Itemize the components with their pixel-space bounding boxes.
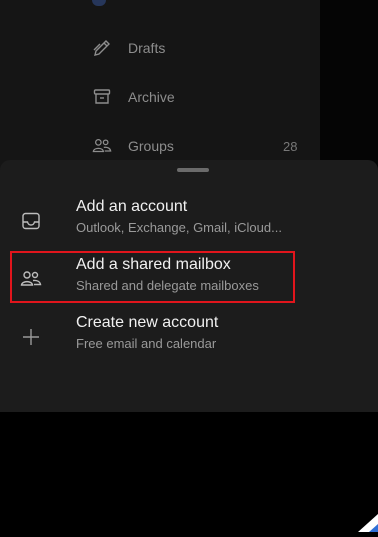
unread-count-badge: 28 bbox=[283, 138, 298, 154]
archive-box-icon bbox=[92, 87, 112, 107]
corner-triangle-icon bbox=[358, 514, 378, 532]
drawer-item-archive[interactable]: Archive bbox=[0, 73, 320, 121]
option-subtitle: Free email and calendar bbox=[76, 336, 217, 351]
drag-handle[interactable] bbox=[177, 168, 209, 172]
option-subtitle: Outlook, Exchange, Gmail, iCloud... bbox=[76, 220, 282, 235]
plus-icon bbox=[20, 326, 42, 348]
highlight-box bbox=[10, 251, 295, 303]
folder-icon-partial bbox=[92, 0, 106, 6]
create-new-account-option[interactable]: Create new account Free email and calend… bbox=[0, 310, 378, 366]
people-group-icon bbox=[92, 136, 112, 156]
option-title: Create new account bbox=[76, 314, 219, 331]
drawer-item-drafts[interactable]: Drafts bbox=[0, 24, 320, 72]
drawer-item-label: Groups bbox=[128, 138, 174, 154]
drawer-item-label: Archive bbox=[128, 89, 175, 105]
inbox-tray-icon bbox=[20, 210, 42, 232]
add-account-option[interactable]: Add an account Outlook, Exchange, Gmail,… bbox=[0, 194, 378, 250]
option-title: Add an account bbox=[76, 198, 188, 215]
drawer-item-label: Drafts bbox=[128, 40, 166, 56]
pencil-icon bbox=[92, 38, 112, 58]
